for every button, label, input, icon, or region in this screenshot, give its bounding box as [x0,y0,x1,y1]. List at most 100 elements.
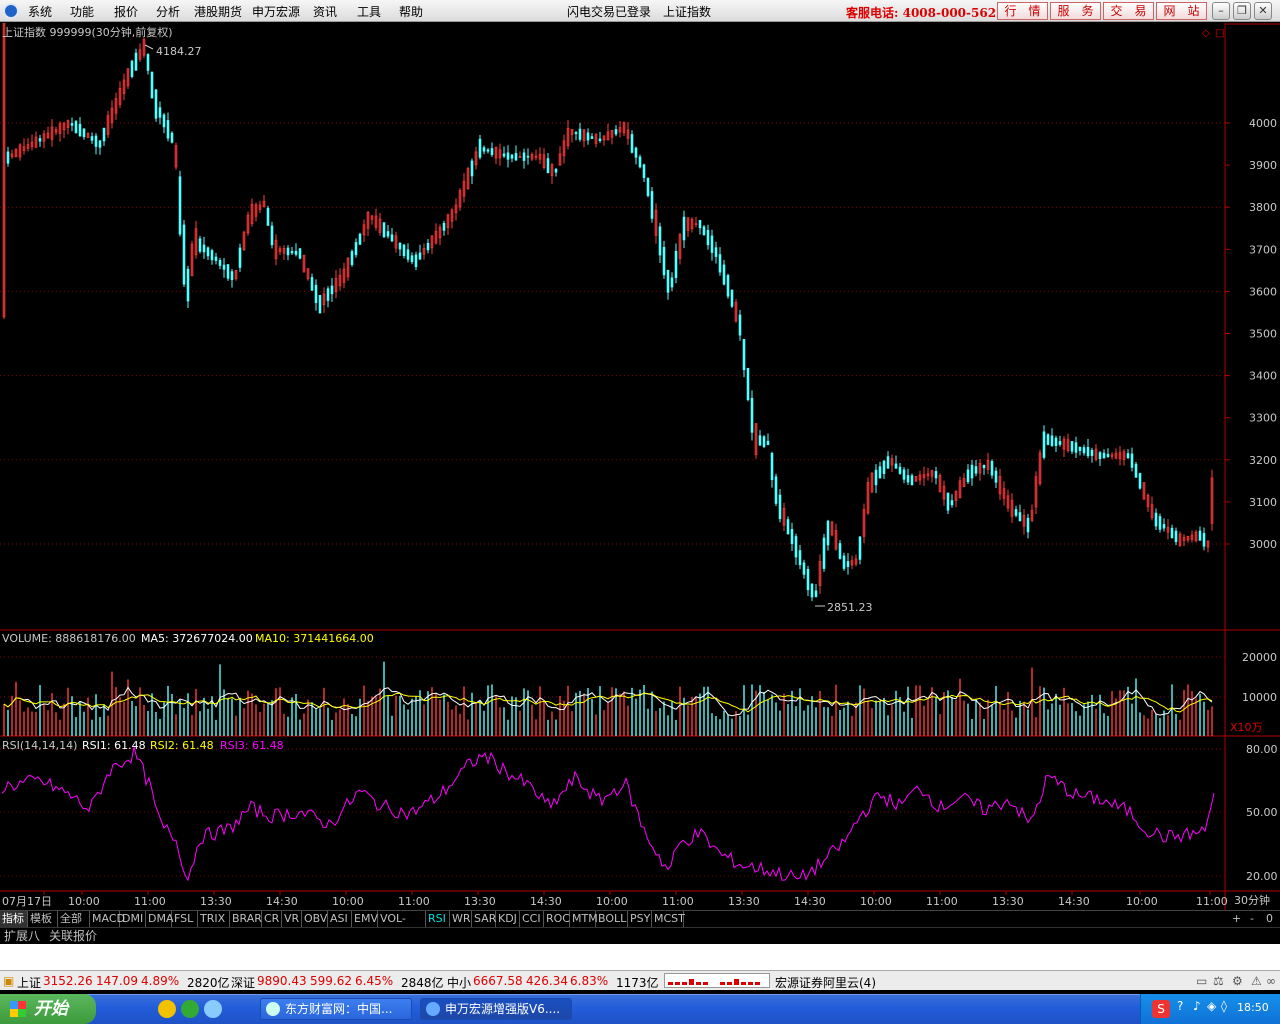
candle-body [1202,533,1206,547]
diamond-icon[interactable]: ◇ [1202,28,1210,39]
candle-body [1090,449,1094,456]
settings-icon[interactable]: ⚙ [1232,974,1243,988]
tab-kdj[interactable]: KDJ [496,911,520,927]
sh-name[interactable]: 上证 [17,974,41,991]
tab-cr[interactable]: CR [262,911,282,927]
quicklaunch-app-icon[interactable] [181,1000,199,1018]
kline-chart[interactable]: 4000 3900 3800 3700 3600 3500 3400 3300 3200 3100… [0,23,1280,910]
service-button[interactable]: 服 务 [1050,2,1101,20]
network-icon[interactable]: ◈ [1207,999,1216,1013]
website-button[interactable]: 网 站 [1156,2,1207,20]
menu-system[interactable]: 系统 [28,3,52,20]
menu-news[interactable]: 资讯 [313,3,337,20]
price-tick-3600: 3600 [1249,285,1277,298]
input-method-icon[interactable]: S [1152,1000,1170,1018]
trade-button[interactable]: 交 易 [1103,2,1154,20]
menu-hk-futures[interactable]: 港股期货 [194,3,242,20]
tab-fsl[interactable]: FSL [172,911,198,927]
tab-dma[interactable]: DMA [146,911,174,927]
minimize-icon[interactable]: – [1212,2,1230,20]
candle-body [934,471,938,479]
candle-body [314,284,318,303]
tab-emv[interactable]: EMV [352,911,378,927]
tab-obv[interactable]: OBV [302,911,328,927]
menu-quotes[interactable]: 报价 [114,3,138,20]
period-label[interactable]: 30分钟 [1234,893,1270,907]
tab-rsi[interactable]: RSI [426,911,450,927]
breadth-bars-icon [668,979,760,985]
candle-body [514,152,518,161]
candle-body [682,216,686,241]
tab-cci[interactable]: CCI [520,911,544,927]
maximize-pane-icon[interactable]: □ [1215,28,1224,39]
shield-icon[interactable]: ◊ [1221,999,1227,1013]
candle-body [778,494,782,520]
price-tick-3900: 3900 [1249,159,1277,172]
minus-button[interactable]: - [1250,912,1254,925]
tab-macd[interactable]: MACD [90,911,125,927]
candle-body [390,234,394,242]
chart-area[interactable]: 4000 3900 3800 3700 3600 3500 3400 3300 3200 3100… [0,23,1280,910]
tab-roc[interactable]: ROC [544,911,570,927]
tab-全部[interactable]: 全部 [58,911,90,927]
link-icon[interactable]: ∞ [1266,974,1276,988]
candle-body [82,128,86,138]
menu-function[interactable]: 功能 [70,3,94,20]
task-swhy-app[interactable]: 申万宏源增强版V6.... [420,998,572,1020]
question-icon[interactable]: ? [1177,999,1183,1013]
quicklaunch-browser-icon[interactable] [158,1000,176,1018]
close-icon[interactable]: ✕ [1254,2,1272,20]
menu-analysis[interactable]: 分析 [156,3,180,20]
warning-icon[interactable]: ⚠ [1251,974,1262,988]
tab-psy[interactable]: PSY [628,911,652,927]
tab-vr[interactable]: VR [282,911,302,927]
candle-body [218,260,222,266]
sz-name[interactable]: 深证 [231,974,255,991]
scale-icon[interactable]: ⚖ [1213,974,1224,988]
start-button[interactable]: 开始 [0,994,96,1024]
candle-body [874,469,878,486]
server-name[interactable]: 宏源证券阿里云(4) [775,974,876,991]
menu-tools[interactable]: 工具 [357,3,381,20]
system-tray: S ? ♪ ◈ ◊ 18:50 [1140,994,1280,1024]
tab-asi[interactable]: ASI [328,911,352,927]
candle-body [1130,453,1134,468]
tab-模板[interactable]: 模板 [28,911,58,927]
candle-body [510,154,514,159]
time-tick-11: 13:30 [728,895,760,908]
tab-vol-tdx[interactable]: VOL-TDX [378,911,426,941]
candle-body [326,288,330,301]
task-eastmoney[interactable]: 东方财富网：中国... [260,998,412,1020]
menu-help[interactable]: 帮助 [399,3,423,20]
restore-icon[interactable]: ❐ [1233,2,1251,20]
tab-boll[interactable]: BOLL [596,911,628,927]
quicklaunch-ie-icon[interactable] [204,1000,222,1018]
volume-icon[interactable]: ♪ [1193,999,1201,1013]
tab-mcst[interactable]: MCST [652,911,685,927]
candle-body [702,226,706,236]
rsi2-label: RSI2: 61.48 [150,739,214,752]
windows-logo-icon [10,1001,26,1017]
menu-swhy[interactable]: 申万宏源 [252,3,300,20]
tab-mtm[interactable]: MTM [570,911,598,927]
tab-extended-8[interactable]: 扩展八 [4,928,40,944]
candle-body [170,132,174,143]
zx-name[interactable]: 中小 [447,974,471,991]
candle-body [414,254,418,268]
tab-sar[interactable]: SAR [472,911,496,927]
notepad-icon[interactable]: ▭ [1196,974,1207,988]
candle-body [666,269,670,293]
tab-wr[interactable]: WR [450,911,472,927]
plus-button[interactable]: + [1232,912,1241,925]
candle-body [1198,530,1202,541]
tab-related-quotes[interactable]: 关联报价 [49,928,97,944]
tab-dmi[interactable]: DMI [120,911,146,927]
tab-trix[interactable]: TRIX [198,911,230,927]
quotes-button[interactable]: 行 情 [997,2,1048,20]
candle-body [658,226,662,256]
index-icon: ▣ [3,974,15,988]
tab-brar[interactable]: BRAR [230,911,262,927]
tab-指标[interactable]: 指标 [0,911,28,927]
zero-button[interactable]: 0 [1266,912,1273,925]
time-tick-17: 10:00 [1126,895,1158,908]
